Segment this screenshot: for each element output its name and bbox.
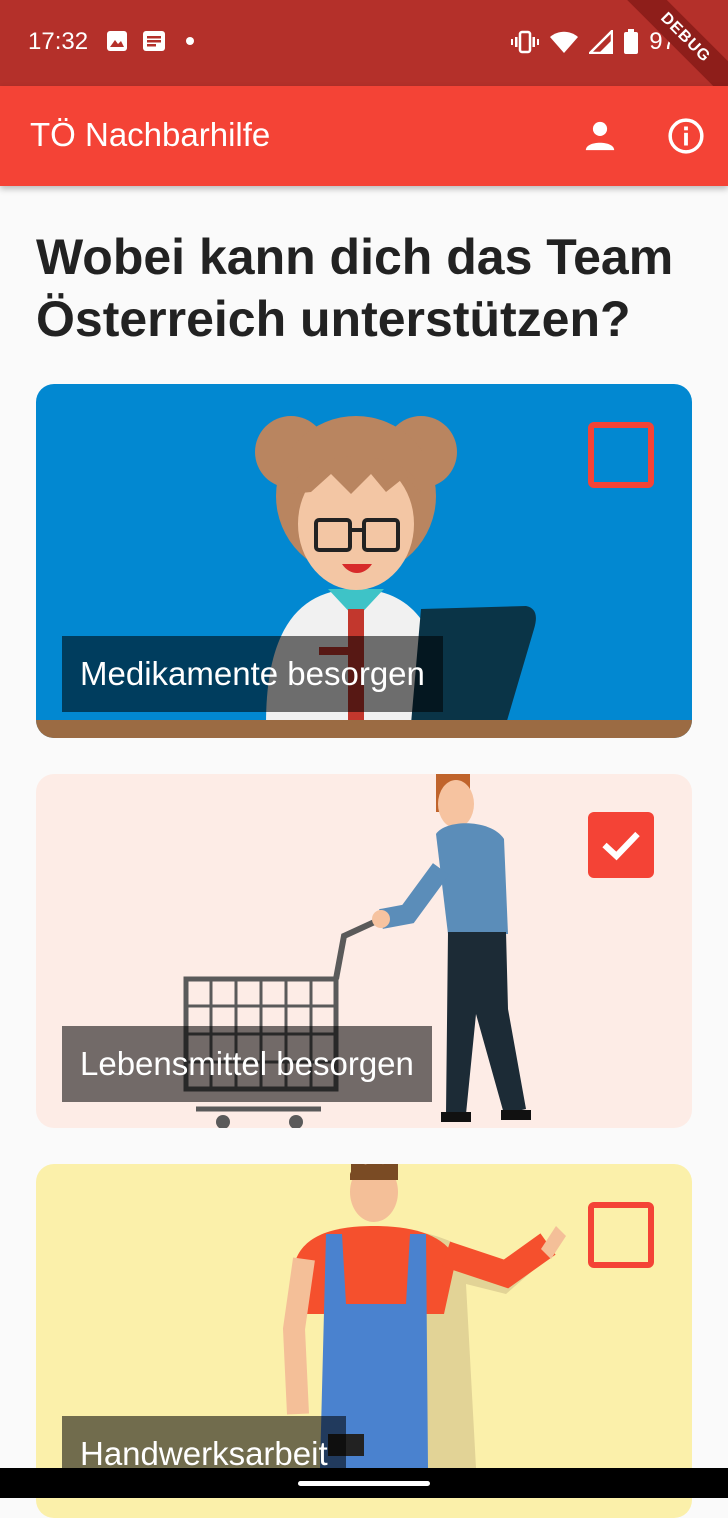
profile-button[interactable] — [576, 112, 624, 160]
signal-icon — [589, 30, 614, 54]
info-button[interactable] — [662, 112, 710, 160]
status-time: 17:32 — [28, 28, 89, 55]
option-checkbox[interactable] — [588, 422, 654, 488]
option-checkbox[interactable] — [588, 812, 654, 878]
info-icon — [668, 118, 704, 154]
image-icon — [107, 31, 127, 51]
system-icons: 97 — [511, 28, 676, 56]
dot-icon — [186, 37, 194, 45]
page-heading: Wobei kann dich das Team Österreich unte… — [36, 229, 674, 347]
vibrate-icon — [511, 30, 540, 54]
help-option-card[interactable]: Lebensmittel besorgen — [36, 774, 692, 1128]
notes-icon — [143, 31, 165, 51]
option-label: Lebensmittel besorgen — [62, 1026, 432, 1102]
navigation-bar — [0, 1468, 728, 1498]
home-gesture-handle[interactable] — [298, 1481, 430, 1486]
wifi-icon — [550, 31, 579, 53]
notification-icons — [106, 30, 200, 52]
help-option-card[interactable]: Medikamente besorgen — [36, 384, 692, 738]
battery-icon — [624, 29, 639, 54]
option-checkbox[interactable] — [588, 1202, 654, 1268]
help-option-card[interactable]: Handwerksarbeit — [36, 1164, 692, 1518]
person-icon — [585, 121, 615, 151]
option-label: Medikamente besorgen — [62, 636, 443, 712]
app-title: TÖ Nachbarhilfe — [30, 116, 271, 153]
app-bar: TÖ Nachbarhilfe — [0, 86, 728, 186]
status-bar: 17:32 97 DEBUG — [0, 0, 728, 109]
check-icon — [602, 831, 640, 861]
